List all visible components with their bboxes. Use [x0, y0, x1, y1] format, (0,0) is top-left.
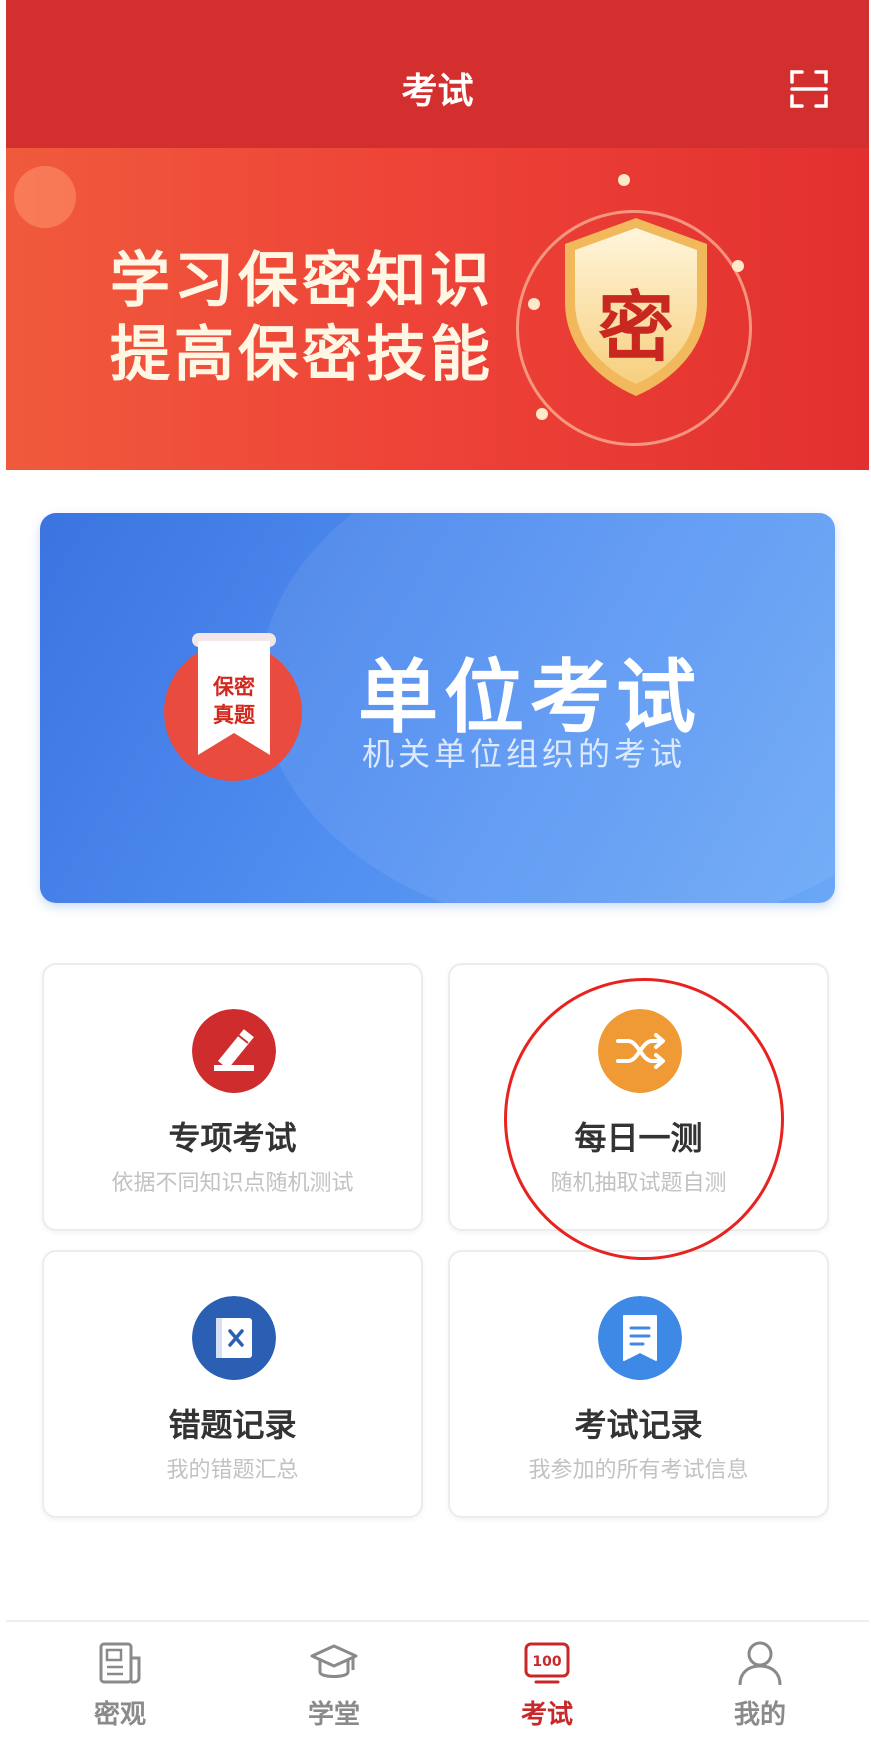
person-icon	[738, 1641, 782, 1686]
news-icon	[99, 1642, 141, 1684]
special-exam-card[interactable]: 专项考试 依据不同知识点随机测试	[42, 963, 423, 1231]
decorative-bubble	[14, 166, 76, 228]
tab-miguan[interactable]: 密观	[60, 1638, 180, 1748]
score-100-icon: 100	[524, 1642, 570, 1684]
badge-line2: 真题	[213, 702, 255, 727]
tab-label: 考试	[520, 1700, 573, 1730]
tab-mine[interactable]: 我的	[700, 1638, 820, 1748]
card-title: 专项考试	[168, 1119, 297, 1157]
card-title: 错题记录	[168, 1406, 297, 1444]
tab-label: 我的	[733, 1700, 786, 1730]
wrong-book-icon	[192, 1296, 276, 1380]
card-subtitle: 我的错题汇总	[166, 1458, 299, 1483]
unit-exam-banner[interactable]: 保密 真题 单位考试 机关单位组织的考试	[40, 513, 835, 903]
card-subtitle: 我参加的所有考试信息	[528, 1458, 749, 1483]
graduation-cap-icon	[310, 1644, 358, 1678]
hero-slogan-line2: 提高保密技能	[110, 320, 494, 390]
card-subtitle: 依据不同知识点随机测试	[111, 1171, 354, 1196]
top-app-bar: 考试	[6, 0, 869, 148]
exam-records-card[interactable]: 考试记录 我参加的所有考试信息	[448, 1250, 829, 1518]
tab-exam[interactable]: 100 考试	[487, 1638, 607, 1748]
tab-xuetang[interactable]: 学堂	[274, 1638, 394, 1748]
shield-character: 密	[598, 283, 674, 372]
svg-text:100: 100	[532, 1654, 561, 1670]
exam-banner-subtitle: 机关单位组织的考试	[362, 735, 687, 773]
app-screen: 考试 学习保密知识 提高保密技能 密 保密 真题 单位考试 机关单位组织的考试 …	[6, 0, 869, 1761]
tab-label: 学堂	[307, 1700, 360, 1730]
scan-icon[interactable]	[790, 70, 828, 108]
bottom-tab-bar: 密观 学堂 100 考试 我的	[6, 1620, 869, 1761]
decorative-dot	[528, 298, 540, 310]
page-title: 考试	[401, 70, 474, 112]
decorative-dot	[732, 260, 744, 272]
highlight-annotation-circle	[504, 978, 784, 1260]
card-title: 考试记录	[574, 1406, 703, 1444]
badge-line1: 保密	[213, 674, 255, 699]
exam-badge-text: 保密 真题	[188, 673, 280, 729]
wrong-answers-card[interactable]: 错题记录 我的错题汇总	[42, 1250, 423, 1518]
decorative-dot	[618, 174, 630, 186]
hero-banner[interactable]: 学习保密知识 提高保密技能 密	[6, 148, 869, 470]
pencil-icon	[192, 1009, 276, 1093]
tab-label: 密观	[93, 1700, 146, 1730]
document-icon	[598, 1296, 682, 1380]
decorative-dot	[536, 408, 548, 420]
